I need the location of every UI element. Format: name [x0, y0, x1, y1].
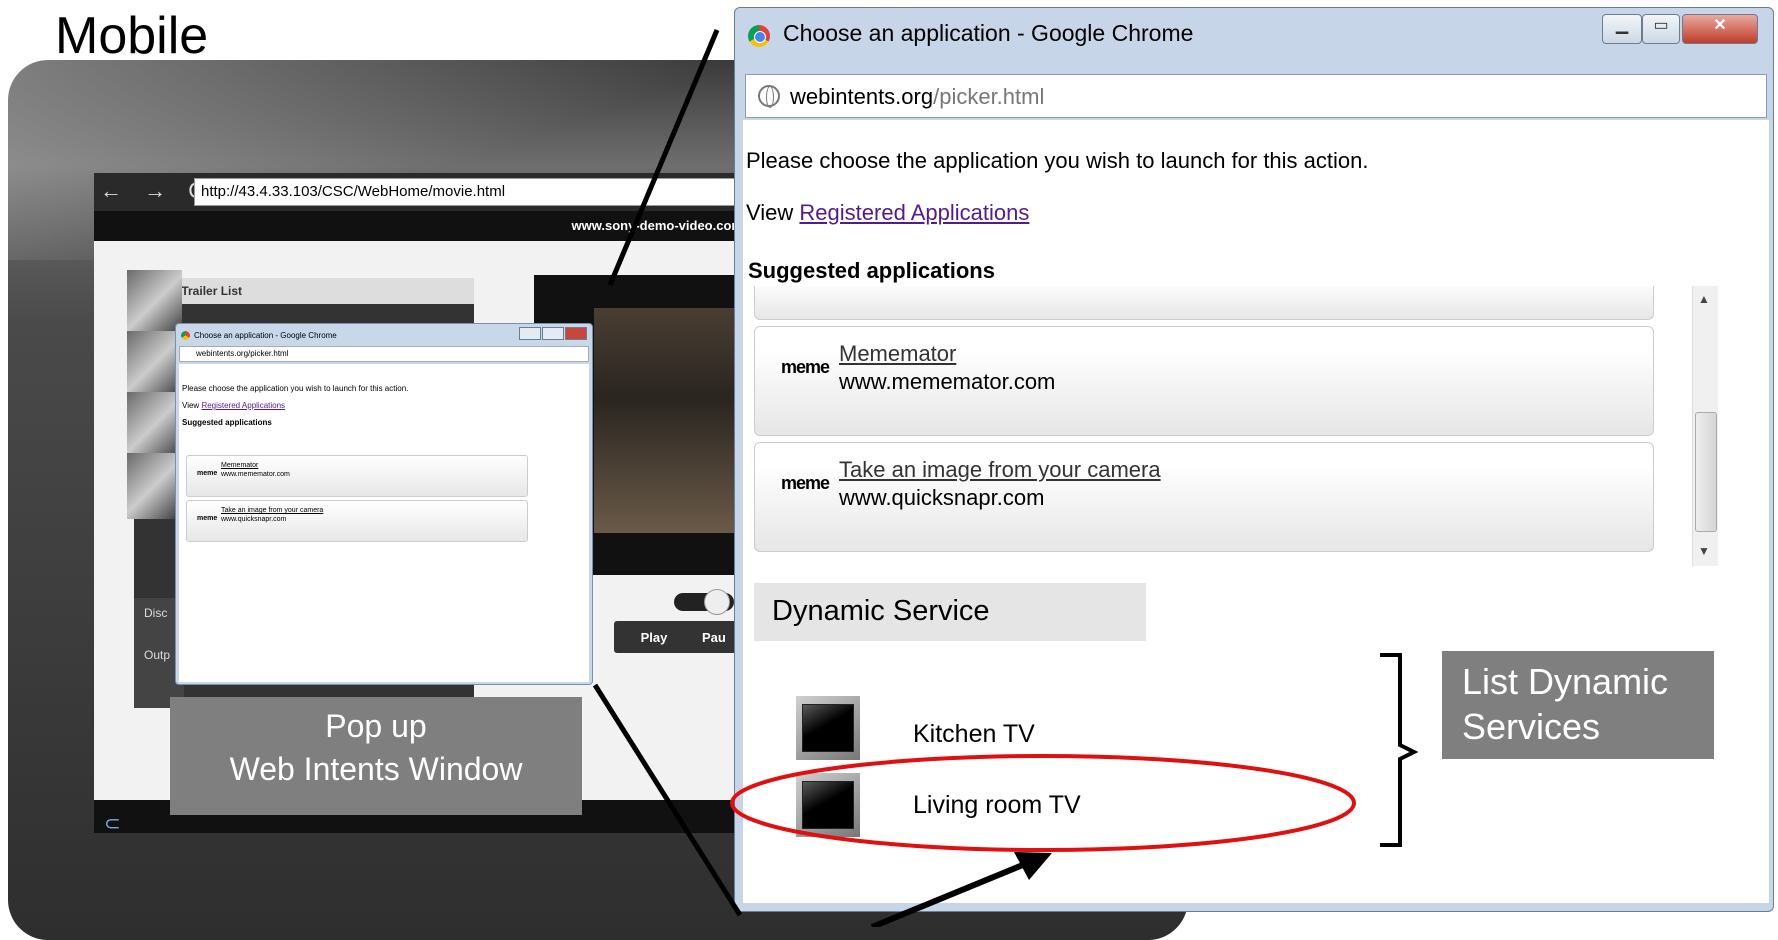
zoom-line-bottom — [592, 683, 743, 917]
highlight-ellipse — [730, 754, 1356, 852]
annotation-overlay — [592, 29, 1419, 927]
pointer-arrow — [870, 859, 1032, 927]
zoom-line-top — [607, 29, 720, 286]
brace-shape — [1380, 653, 1419, 847]
